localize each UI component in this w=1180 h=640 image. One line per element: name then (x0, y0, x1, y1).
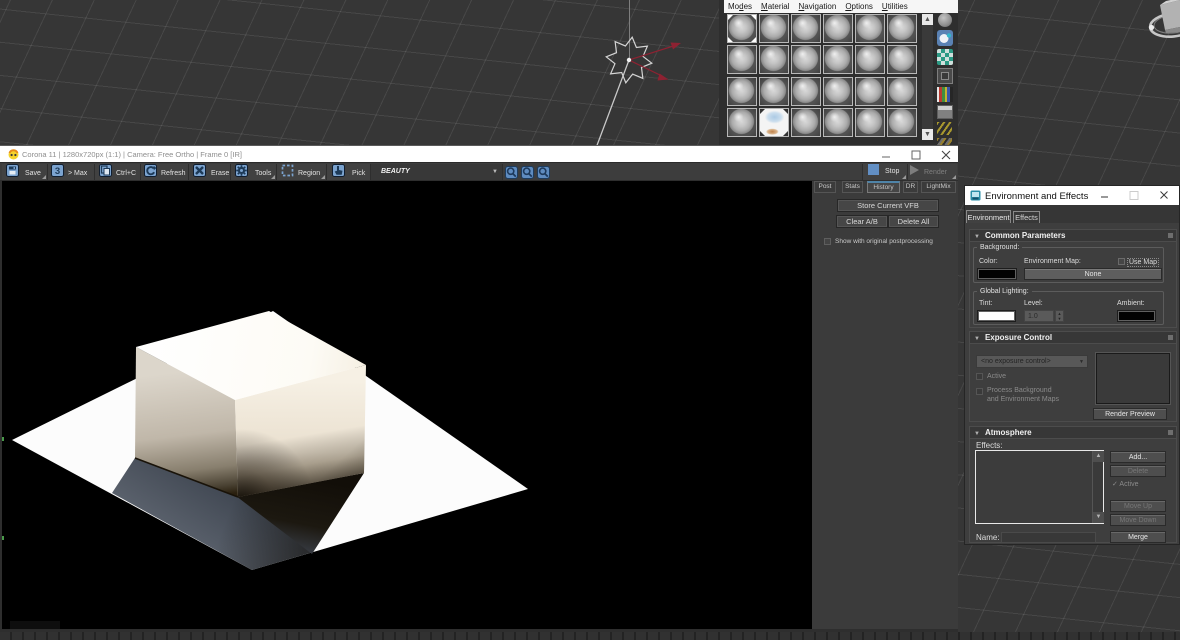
svg-text:3: 3 (55, 166, 60, 177)
